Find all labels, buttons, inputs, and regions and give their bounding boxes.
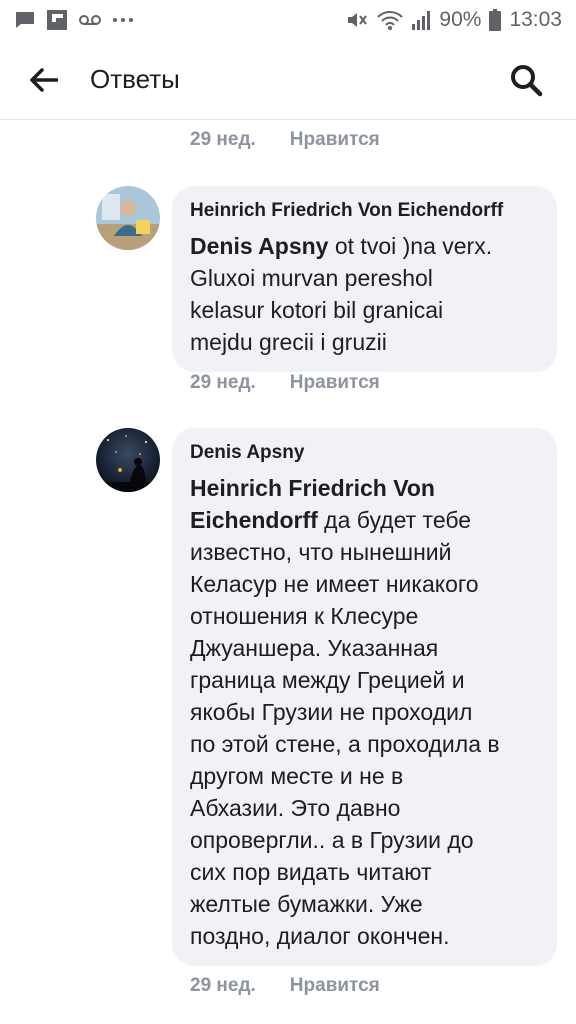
battery-icon [489, 9, 502, 31]
comment-bubble: Heinrich Friedrich Von Eichendorff Denis… [172, 186, 557, 372]
comment-meta: 29 нед. Нравится [190, 372, 380, 394]
avatar[interactable] [96, 428, 160, 492]
search-icon [509, 63, 543, 97]
comment-time: 29 нед. [190, 372, 256, 393]
like-button[interactable]: Нравится [290, 975, 380, 997]
app-header: Ответы [0, 40, 576, 120]
comment-body: да будет тебе известно, что нынешний Кел… [190, 507, 500, 949]
comment-time: 29 нед. [190, 129, 256, 150]
avatar[interactable] [96, 186, 160, 250]
status-bar-notifications [14, 9, 134, 31]
comment-text: Denis Apsny ot tvoi )na verx. Gluxoi mur… [190, 230, 539, 358]
comment-author[interactable]: Denis Apsny [190, 440, 539, 466]
comment-author[interactable]: Heinrich Friedrich Von Eichendorff [190, 198, 539, 224]
chat-icon [14, 9, 36, 31]
comment-bubble: Denis Apsny Heinrich Friedrich Von Eiche… [172, 428, 557, 966]
signal-icon [411, 9, 431, 31]
voicemail-icon [78, 10, 102, 30]
like-button[interactable]: Нравится [290, 129, 380, 151]
comment-meta: 29 нед. Нравится [190, 129, 380, 151]
back-arrow-icon [30, 67, 58, 92]
like-button[interactable]: Нравится [290, 372, 380, 394]
back-button[interactable] [14, 50, 74, 110]
mute-icon [345, 9, 369, 31]
comment-time: 29 нед. [190, 975, 256, 996]
wifi-icon [377, 9, 404, 31]
comment-text: Heinrich Friedrich Von Eichendorff да бу… [190, 472, 539, 952]
battery-percent: 90% [439, 8, 482, 31]
search-button[interactable] [496, 50, 556, 110]
more-dots-icon [112, 16, 134, 24]
page-title: Ответы [90, 64, 180, 94]
status-bar-system: 90% 13:03 [345, 8, 562, 32]
comment-meta: 29 нед. Нравится [190, 975, 380, 997]
status-bar: 90% 13:03 [0, 0, 576, 40]
clock: 13:03 [509, 8, 562, 31]
mention-link[interactable]: Denis Apsny [190, 233, 328, 259]
flipboard-icon [46, 9, 68, 31]
